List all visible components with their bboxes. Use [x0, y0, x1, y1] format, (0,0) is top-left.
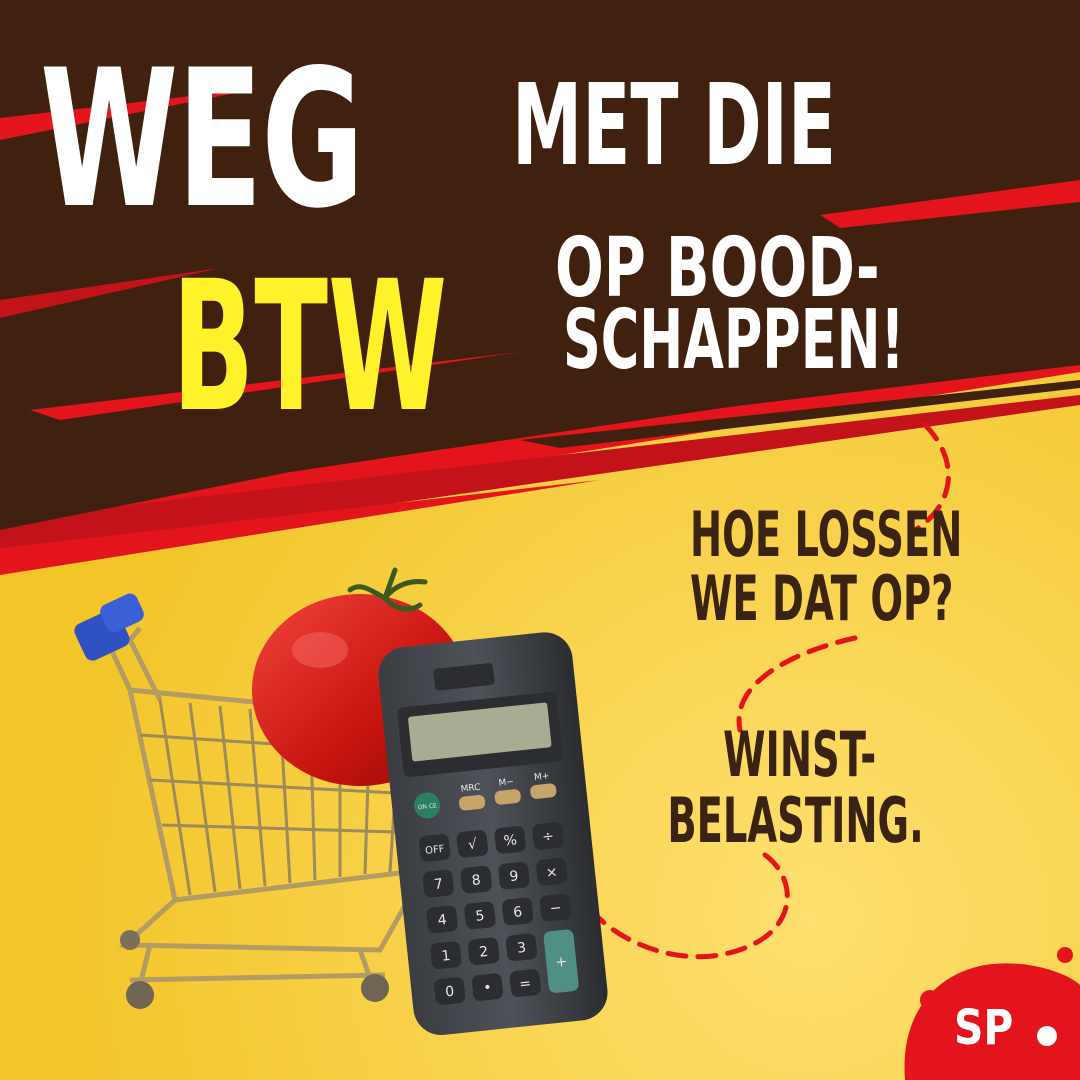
answer-text: WINST- BELASTING.	[667, 718, 923, 853]
headline-schappen: SCHAPPEN!	[563, 293, 905, 388]
calc-label: M−	[498, 777, 514, 789]
calc-label: OFF	[425, 844, 446, 857]
headline-met-die: MET DIE	[512, 61, 837, 191]
logo-splash	[1057, 947, 1073, 963]
calc-label: =	[519, 976, 532, 993]
poster: MRC M− M+ OFF √ % ÷ 7 8 9 × 4 5 6 − 1 2 …	[0, 0, 1080, 1080]
calculator: MRC M− M+ OFF √ % ÷ 7 8 9 × 4 5 6 − 1 2 …	[378, 632, 608, 1036]
cart-wheel	[120, 930, 140, 950]
headline-weg: WEG	[40, 29, 364, 250]
logo-tomato-icon	[1037, 1026, 1057, 1046]
calc-label: 4	[437, 912, 448, 929]
calc-label: %	[503, 832, 518, 849]
calc-label: 5	[475, 908, 486, 925]
cart-wheel	[126, 981, 154, 1009]
calc-label: 6	[513, 904, 524, 921]
calc-label: 2	[479, 944, 490, 961]
answer-line: WINST-	[723, 718, 877, 791]
calc-label: 9	[509, 868, 520, 885]
calc-label: 3	[516, 940, 527, 957]
calc-label: 1	[441, 948, 452, 965]
question-line: HOE LOSSEN	[690, 498, 963, 571]
cart-wheel	[361, 974, 389, 1002]
calc-label: √	[467, 836, 478, 853]
question-line: WE DAT OP?	[690, 561, 954, 635]
calc-label: •	[483, 980, 493, 997]
calc-label: ×	[545, 864, 558, 881]
calc-label: 8	[471, 872, 482, 889]
calc-label: 7	[433, 876, 444, 893]
calc-label: +	[555, 954, 568, 971]
answer-line: BELASTING.	[667, 783, 924, 857]
calc-label: −	[549, 900, 562, 917]
calc-label: MRC	[460, 783, 481, 795]
calc-label: 0	[445, 984, 456, 1001]
calc-label: M+	[534, 771, 550, 783]
headline-btw: BTW	[172, 243, 448, 452]
calc-label: ÷	[541, 828, 554, 845]
sp-logo: SP	[954, 1000, 1014, 1056]
question-text: HOE LOSSEN WE DAT OP?	[690, 503, 962, 631]
logo-splash	[920, 990, 940, 1010]
